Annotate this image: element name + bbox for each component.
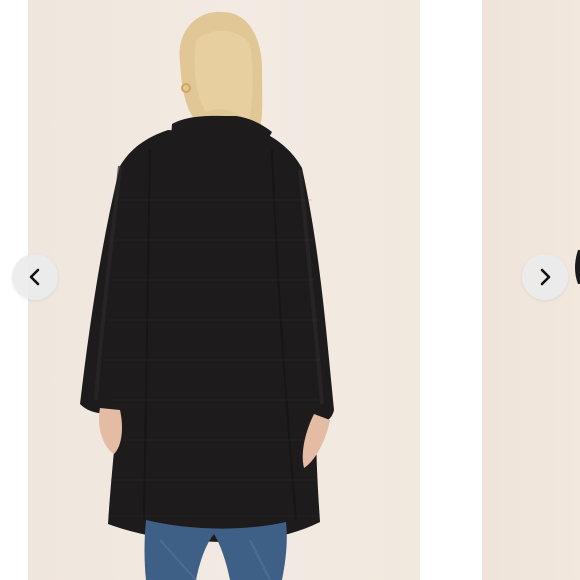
image-carousel (0, 0, 580, 580)
model-figure (80, 11, 334, 580)
chevron-left-icon (29, 268, 40, 286)
product-photo-main[interactable] (28, 0, 420, 580)
carousel-next-button[interactable] (522, 254, 568, 300)
carousel-prev-button[interactable] (12, 254, 58, 300)
chevron-right-icon (540, 268, 551, 286)
